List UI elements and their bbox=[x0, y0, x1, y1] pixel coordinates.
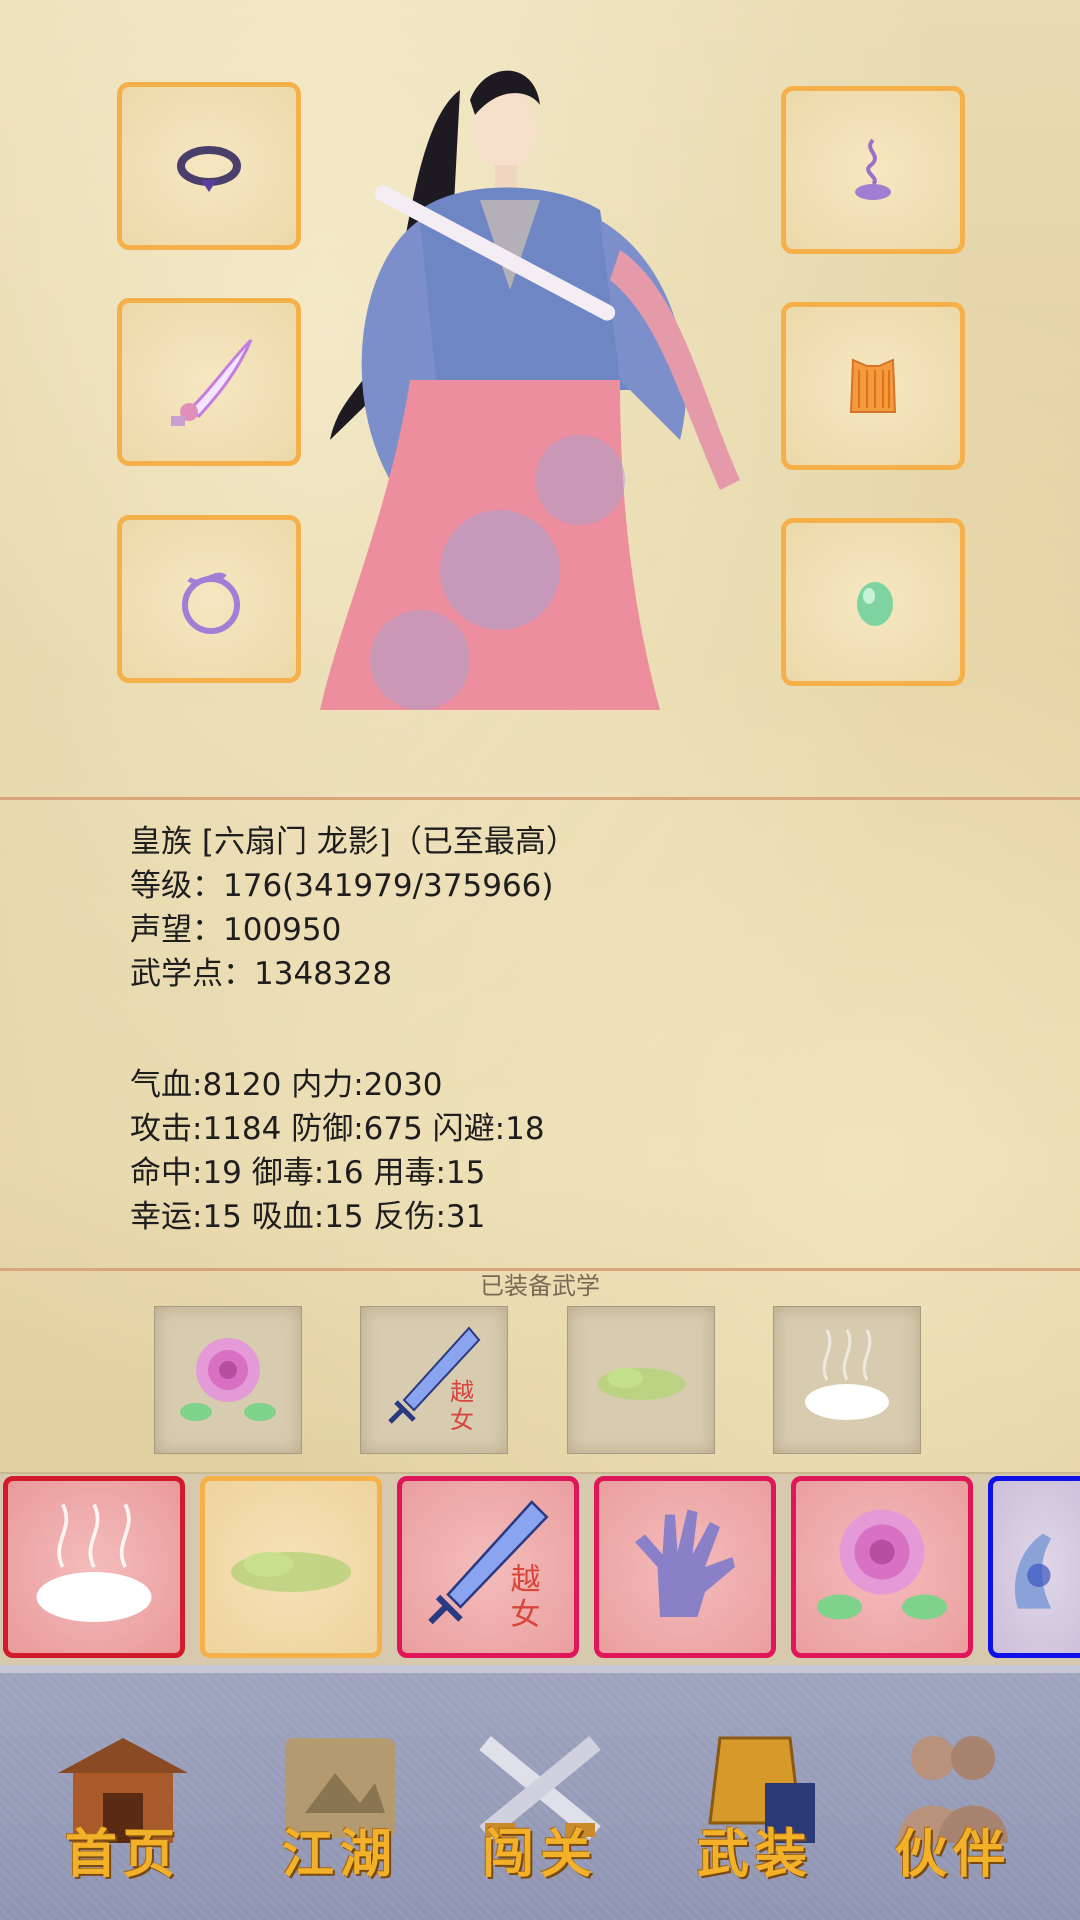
nav-home-label: 首页 bbox=[64, 1824, 181, 1885]
green-mist-icon bbox=[597, 1368, 685, 1400]
incense-icon bbox=[855, 138, 891, 200]
svg-text:女: 女 bbox=[450, 1406, 474, 1434]
yuenv-sword-icon: 越 女 bbox=[428, 1500, 549, 1633]
skill-card-green-mist[interactable] bbox=[200, 1476, 382, 1658]
nav-companions[interactable]: 伙伴 bbox=[863, 1723, 1043, 1893]
equipped-skill-rose[interactable] bbox=[154, 1306, 302, 1454]
nav-companions-label: 伙伴 bbox=[894, 1824, 1011, 1885]
character-portrait bbox=[320, 70, 740, 710]
profile-title: 皇族 [六扇门 龙影]（已至最高） bbox=[130, 824, 577, 860]
equip-slot-armor[interactable] bbox=[781, 302, 965, 470]
stats-line-4: 幸运:15 吸血:15 反伤:31 bbox=[130, 1199, 486, 1235]
equip-slot-jade[interactable] bbox=[781, 518, 965, 686]
nav-armory-label: 武装 bbox=[696, 1824, 813, 1885]
equip-slot-ring[interactable] bbox=[117, 82, 301, 250]
nav-jianghu-label: 江湖 bbox=[281, 1824, 398, 1885]
jade-stone-icon bbox=[857, 582, 893, 626]
equipped-skill-white-steam[interactable] bbox=[773, 1306, 921, 1454]
stats-line-1: 气血:8120 内力:2030 bbox=[130, 1067, 443, 1103]
svg-text:女: 女 bbox=[511, 1598, 541, 1633]
rose-icon bbox=[180, 1338, 276, 1421]
bottom-nav: 首页 江湖 闯关 武装 伙伴 bbox=[0, 1665, 1080, 1920]
equipped-skill-yuenv-sword[interactable]: 越 女 bbox=[360, 1306, 508, 1454]
svg-text:越: 越 bbox=[511, 1563, 541, 1598]
skill-card-white-steam[interactable] bbox=[3, 1476, 185, 1658]
armor-vest-icon bbox=[849, 358, 897, 413]
svg-text:越: 越 bbox=[450, 1378, 474, 1406]
equipped-skill-green-mist[interactable] bbox=[567, 1306, 715, 1454]
nav-challenge[interactable]: 闯关 bbox=[450, 1723, 630, 1893]
stats-line-2: 攻击:1184 防御:675 闪避:18 bbox=[130, 1111, 545, 1147]
skill-card-blue-palm[interactable] bbox=[988, 1476, 1080, 1658]
profile-level: 等级：176(341979/375966) bbox=[130, 868, 554, 904]
profile-reputation: 声望：100950 bbox=[130, 912, 342, 948]
curved-blade-icon bbox=[171, 338, 253, 426]
profile-martial-points: 武学点：1348328 bbox=[130, 956, 393, 992]
stats-info: 气血:8120 内力:2030 攻击:1184 防御:675 闪避:18 命中:… bbox=[130, 1063, 545, 1239]
ring-icon bbox=[177, 146, 241, 192]
skill-card-rose[interactable] bbox=[791, 1476, 973, 1658]
nav-armory[interactable]: 武装 bbox=[665, 1723, 845, 1893]
blue-palm-icon bbox=[1014, 1533, 1052, 1609]
equip-slot-incense[interactable] bbox=[781, 86, 965, 254]
profile-info: 皇族 [六扇门 龙影]（已至最高） 等级：176(341979/375966) … bbox=[130, 820, 577, 996]
equip-slot-weapon[interactable] bbox=[117, 298, 301, 466]
nav-home[interactable]: 首页 bbox=[33, 1723, 213, 1893]
green-mist-icon bbox=[231, 1552, 351, 1592]
nav-challenge-label: 闯关 bbox=[481, 1824, 598, 1885]
yuenv-sword-icon: 越 女 bbox=[388, 1326, 481, 1434]
stats-line-3: 命中:19 御毒:16 用毒:15 bbox=[130, 1155, 486, 1191]
equipped-skills-title: 已装备武学 bbox=[480, 1272, 600, 1300]
bracelet-icon bbox=[182, 572, 240, 634]
palm-icon bbox=[635, 1509, 735, 1617]
nav-jianghu[interactable]: 江湖 bbox=[250, 1723, 430, 1893]
white-steam-icon bbox=[805, 1329, 889, 1420]
rose-icon bbox=[817, 1509, 947, 1620]
section-divider-top bbox=[0, 797, 1080, 800]
skill-card-palm[interactable] bbox=[594, 1476, 776, 1658]
white-steam-icon bbox=[36, 1503, 152, 1622]
equip-slot-bracelet[interactable] bbox=[117, 515, 301, 683]
skill-card-yuenv-sword[interactable]: 越 女 bbox=[397, 1476, 579, 1658]
